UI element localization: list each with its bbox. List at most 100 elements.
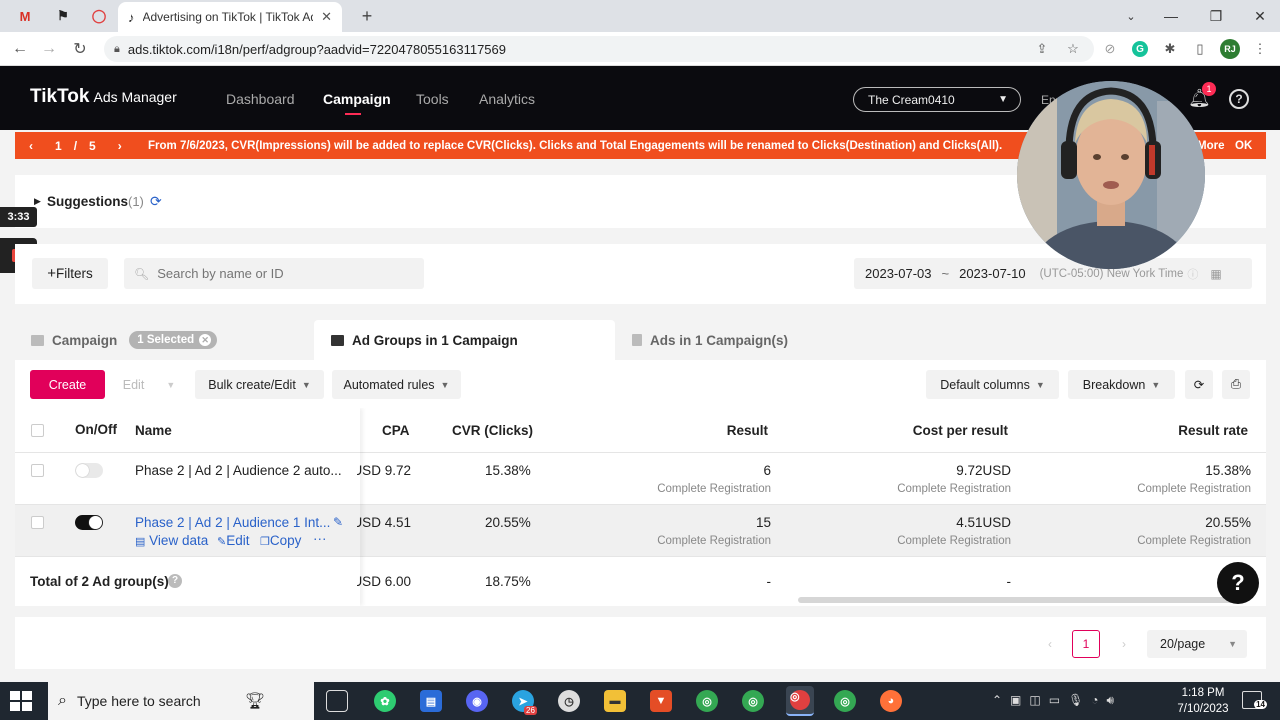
tab-search-icon[interactable]: ⌄ xyxy=(1116,6,1146,26)
sidebar-icon[interactable]: ▯ xyxy=(1192,41,1208,57)
chrome-active-icon[interactable]: ◎ xyxy=(786,686,814,716)
chrome-icon[interactable]: ◎ xyxy=(696,690,718,712)
chrome-icon[interactable]: ◎ xyxy=(834,690,856,712)
page-size-select[interactable]: 20/page ▼ xyxy=(1147,630,1247,658)
suggestions-label[interactable]: Suggestions xyxy=(47,194,128,209)
forward-icon[interactable]: → xyxy=(38,38,60,60)
clock-app-icon[interactable]: ◷ xyxy=(558,690,580,712)
grammarly-icon[interactable]: G xyxy=(1132,41,1148,57)
discord-icon[interactable]: ◉ xyxy=(466,690,488,712)
webcam-overlay xyxy=(1017,81,1205,269)
export-icon[interactable]: ⎙ xyxy=(1222,370,1250,399)
prev-announcement-icon[interactable]: ‹ xyxy=(29,139,33,153)
copy-link[interactable]: ❐Copy xyxy=(260,533,301,548)
clear-selection-icon[interactable]: ✕ xyxy=(199,334,212,346)
share-icon[interactable]: ⇪ xyxy=(1034,41,1050,57)
edit-link[interactable]: ✎Edit xyxy=(217,533,249,548)
selected-chip[interactable]: 1 Selected ✕ xyxy=(129,331,218,349)
default-columns-button[interactable]: Default columns ▼ xyxy=(926,370,1059,399)
opera-icon[interactable]: ◯ xyxy=(82,4,116,28)
chrome-icon[interactable]: ◎ xyxy=(742,690,764,712)
col-result[interactable]: Result xyxy=(668,423,768,438)
breakdown-button[interactable]: Breakdown ▼ xyxy=(1068,370,1175,399)
reload-icon[interactable]: ↻ xyxy=(69,38,91,60)
col-result-rate[interactable]: Result rate xyxy=(1128,423,1248,438)
refresh-icon[interactable]: ⟳ xyxy=(1185,370,1213,399)
automated-rules-button[interactable]: Automated rules ▼ xyxy=(332,370,461,399)
task-view-icon[interactable] xyxy=(326,690,348,712)
row-checkbox[interactable] xyxy=(31,464,44,477)
help-icon[interactable]: ? xyxy=(1229,89,1249,109)
col-cpa[interactable]: CPA xyxy=(382,423,410,438)
adgroup-name[interactable]: Phase 2 | Ad 2 | Audience 2 auto... xyxy=(135,463,342,478)
filters-button[interactable]: + Filters xyxy=(32,258,108,289)
back-icon[interactable]: ← xyxy=(9,38,31,60)
nav-dashboard[interactable]: Dashboard xyxy=(226,91,295,107)
table-row[interactable]: Phase 2 | Ad 2 | Audience 2 auto... 9.72… xyxy=(15,453,1266,505)
status-toggle-on[interactable] xyxy=(75,515,103,530)
chatgpt-icon[interactable]: ✿ xyxy=(374,690,396,712)
search-input[interactable] xyxy=(157,266,408,281)
close-window-button[interactable]: ✕ xyxy=(1245,6,1275,26)
chevron-down-icon: ▼ xyxy=(1035,379,1045,390)
system-tray[interactable]: ⌃▣◫▭🎙︎◔🔊︎ xyxy=(992,693,1122,708)
status-toggle-off[interactable] xyxy=(75,463,103,478)
star-icon[interactable]: ☆ xyxy=(1065,41,1081,57)
refresh-icon[interactable]: ⟳ xyxy=(150,193,162,210)
announcement-ok-button[interactable]: OK xyxy=(1235,140,1252,152)
file-explorer-icon[interactable]: ▬ xyxy=(604,690,626,712)
col-name[interactable]: Name xyxy=(135,423,172,438)
next-announcement-icon[interactable]: › xyxy=(118,139,122,153)
horizontal-scrollbar[interactable] xyxy=(798,597,1238,603)
table-row[interactable]: Phase 2 | Ad 2 | Audience 1 Int... ✎ ▤ V… xyxy=(15,505,1266,557)
prev-page-icon[interactable]: ‹ xyxy=(1036,630,1064,658)
tab-campaign[interactable]: Campaign 1 Selected ✕ xyxy=(31,320,218,360)
address-bar[interactable]: 🔒︎ ads.tiktok.com/i18n/perf/adgroup?aadv… xyxy=(104,36,1094,62)
active-browser-tab[interactable]: ♪ Advertising on TikTok | TikTok Ads ✕ xyxy=(118,2,342,32)
toggle-knob xyxy=(89,516,102,529)
windows-icon[interactable] xyxy=(10,691,32,711)
next-page-icon[interactable]: › xyxy=(1110,630,1138,658)
flag-icon[interactable]: ⚑ xyxy=(46,4,80,28)
docs-icon[interactable]: ▤ xyxy=(420,690,442,712)
menu-icon[interactable]: ⋮ xyxy=(1252,41,1268,57)
new-tab-button[interactable]: + xyxy=(350,4,384,28)
floating-help-button[interactable]: ? xyxy=(1217,562,1259,604)
caret-right-icon[interactable]: ▶ xyxy=(34,196,41,207)
bulk-create-edit-button[interactable]: Bulk create/Edit ▼ xyxy=(195,370,324,399)
help-icon[interactable]: ? xyxy=(168,574,182,588)
extensions-icon[interactable]: ✱ xyxy=(1162,41,1178,57)
tiktok-logo[interactable]: TikTok Ads Manager xyxy=(30,86,177,108)
nav-tools[interactable]: Tools xyxy=(416,91,449,107)
profile-avatar[interactable]: RJ xyxy=(1220,39,1240,59)
account-selector[interactable]: The Cream0410 ▼ xyxy=(853,87,1021,112)
firefox-icon[interactable]: ◕ xyxy=(880,690,902,712)
gmail-icon[interactable]: M xyxy=(8,4,42,28)
brave-icon[interactable]: ▼ xyxy=(650,690,672,712)
page-current[interactable]: 1 xyxy=(1072,630,1100,658)
taskbar-clock[interactable]: 1:18 PM 7/10/2023 xyxy=(1171,685,1235,717)
nav-campaign[interactable]: Campaign xyxy=(323,91,391,115)
taskbar-search[interactable]: ⌕ Type here to search 🏆︎ xyxy=(48,682,314,720)
row-checkbox[interactable] xyxy=(31,516,44,529)
tab-ads[interactable]: Ads in 1 Campaign(s) xyxy=(632,320,788,360)
notification-center-icon[interactable]: 14 xyxy=(1242,691,1267,709)
browser-tab-bar: M ⚑ ◯ ♪ Advertising on TikTok | TikTok A… xyxy=(0,0,1280,32)
minimize-button[interactable]: — xyxy=(1156,6,1186,26)
view-data-link[interactable]: ▤ View data xyxy=(135,533,208,548)
maximize-button[interactable]: ❐ xyxy=(1201,6,1231,26)
more-actions-icon[interactable]: ··· xyxy=(313,531,327,546)
edit-button[interactable]: Edit ▼ xyxy=(111,370,187,399)
nav-analytics[interactable]: Analytics xyxy=(479,91,535,107)
col-cvr[interactable]: CVR (Clicks) xyxy=(452,423,533,438)
close-tab-icon[interactable]: ✕ xyxy=(321,9,332,25)
select-all-checkbox[interactable] xyxy=(31,424,44,437)
col-cost-per-result[interactable]: Cost per result xyxy=(868,423,1008,438)
tab-adgroups[interactable]: Ad Groups in 1 Campaign xyxy=(314,320,615,360)
edit-name-icon[interactable]: ✎ xyxy=(333,515,343,529)
date-range-picker[interactable]: 2023-07-03 ~ 2023-07-10 (UTC-05:00) New … xyxy=(854,258,1252,289)
extension-icon[interactable]: ⊘ xyxy=(1102,41,1118,57)
announcement-pager: ‹ 1 / 5 › xyxy=(29,139,122,153)
create-button[interactable]: Create xyxy=(30,370,105,399)
adgroup-name-link[interactable]: Phase 2 | Ad 2 | Audience 1 Int... xyxy=(135,515,330,530)
